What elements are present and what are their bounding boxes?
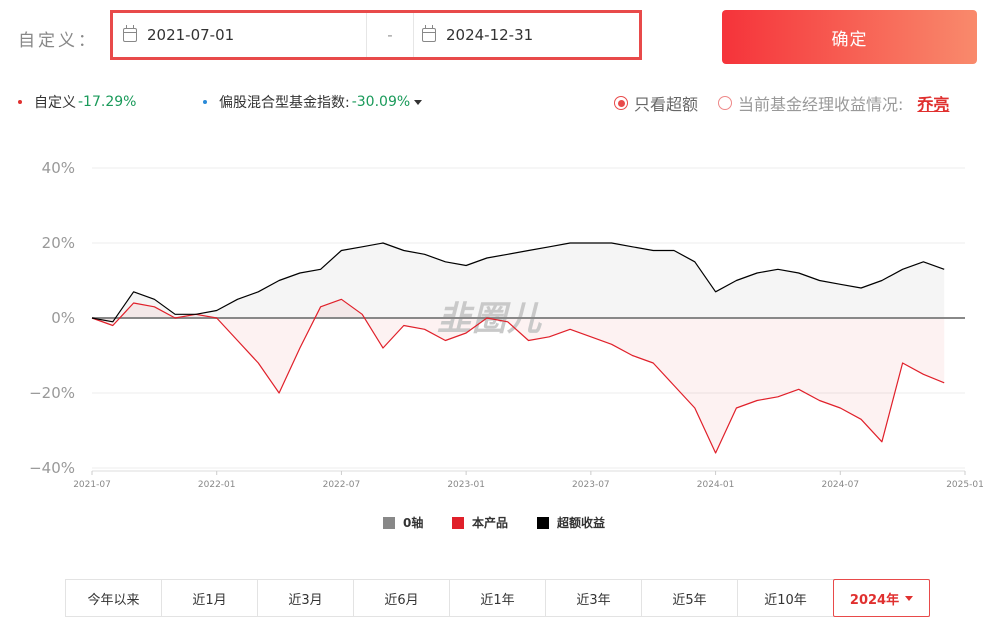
caret-down-icon	[905, 595, 914, 601]
legend-swatch	[383, 516, 395, 529]
tab-label: 近1月	[192, 592, 227, 608]
tab-label: 近5年	[672, 592, 707, 608]
legend-item-excess[interactable]: 超额收益	[537, 514, 605, 531]
y-tick-label: −20%	[29, 384, 75, 402]
tab-1m[interactable]: 近1月	[162, 580, 258, 616]
legend-swatch	[537, 516, 549, 529]
chart-legend: 0轴 本产品 超额收益	[0, 514, 995, 530]
x-tick-label: 2022-07	[323, 480, 361, 490]
y-tick-label: 0%	[51, 309, 75, 327]
tab-1y[interactable]: 近1年	[450, 580, 546, 616]
legend-label: 超额收益	[557, 516, 606, 530]
x-tick-label: 2023-07	[572, 480, 610, 490]
tab-label: 近3年	[576, 592, 611, 608]
tab-year-select[interactable]: 2024年	[833, 579, 930, 617]
legend-item-zero-axis[interactable]: 0轴	[383, 514, 423, 531]
tab-5y[interactable]: 近5年	[642, 580, 738, 616]
x-tick-label: 2023-01	[447, 480, 485, 490]
x-tick-label: 2024-07	[821, 480, 859, 490]
tab-ytd[interactable]: 今年以来	[66, 580, 162, 616]
tab-label: 近1年	[480, 592, 515, 608]
tab-6m[interactable]: 近6月	[354, 580, 450, 616]
tab-label: 近6月	[384, 592, 419, 608]
x-tick-label: 2024-01	[697, 480, 735, 490]
tab-3y[interactable]: 近3年	[546, 580, 642, 616]
tab-label: 2024年	[849, 592, 900, 608]
legend-label: 0轴	[403, 516, 424, 530]
x-tick-label: 2025-01	[946, 480, 984, 490]
legend-item-product[interactable]: 本产品	[452, 514, 508, 531]
tab-label: 近10年	[764, 592, 807, 608]
legend-label: 本产品	[472, 516, 509, 530]
tab-10y[interactable]: 近10年	[738, 580, 834, 616]
y-tick-label: 20%	[42, 234, 75, 252]
y-axis-labels: 40% 20% 0% −20% −40%	[29, 159, 75, 477]
chart-areas	[92, 243, 945, 453]
x-tick-label: 2021-07	[73, 480, 111, 490]
x-axis-labels: 2021-07 2022-01 2022-07 2023-01 2023-07 2024-…	[73, 480, 984, 490]
legend-swatch	[452, 516, 464, 529]
tab-label: 今年以来	[87, 592, 140, 608]
tab-3m[interactable]: 近3月	[258, 580, 354, 616]
period-tabs: 今年以来 近1月 近3月 近6月 近1年 近3年 近5年 近10年 2024年	[65, 579, 930, 617]
tab-label: 近3月	[288, 592, 323, 608]
y-tick-label: −40%	[29, 459, 75, 477]
x-tick-label: 2022-01	[198, 480, 236, 490]
y-tick-label: 40%	[42, 159, 75, 177]
performance-chart: 韭圈儿 40%20%0%−20%−40% 2021-07 2022-01 2022-…	[29, 159, 984, 490]
